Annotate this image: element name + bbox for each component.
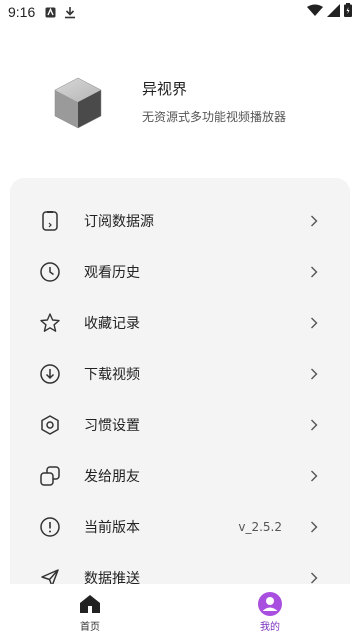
wifi-icon xyxy=(307,4,323,21)
status-time: 9:16 xyxy=(8,4,36,20)
share-icon xyxy=(38,464,62,488)
menu-item-preferences[interactable]: 习惯设置 xyxy=(10,399,350,450)
menu-item-watch-history[interactable]: 观看历史 xyxy=(10,246,350,297)
chevron-right-icon xyxy=(308,470,320,482)
menu-item-label: 习惯设置 xyxy=(84,417,140,434)
menu-item-downloads[interactable]: 下载视频 xyxy=(10,348,350,399)
tab-home[interactable]: 首页 xyxy=(0,584,180,640)
bottom-nav: 首页 我的 xyxy=(0,584,360,640)
settings-icon xyxy=(38,413,62,437)
user-profile-icon xyxy=(258,591,282,616)
signal-icon xyxy=(327,3,340,21)
tab-mine[interactable]: 我的 xyxy=(180,584,360,640)
menu-card: 订阅数据源 观看历史 收藏记录 下载视频 习惯设置 发给朋友 当前版本 v_2.… xyxy=(10,178,350,598)
battery-icon xyxy=(344,3,352,21)
menu-item-label: 订阅数据源 xyxy=(84,213,154,230)
app-logo xyxy=(48,72,108,132)
menu-item-label: 下载视频 xyxy=(84,366,140,383)
download-icon xyxy=(38,362,62,386)
tab-mine-label: 我的 xyxy=(260,621,280,633)
download-status-icon xyxy=(64,6,76,19)
home-icon xyxy=(78,592,102,616)
menu-item-label: 观看历史 xyxy=(84,264,140,281)
chevron-right-icon xyxy=(308,521,320,533)
info-icon xyxy=(38,515,62,539)
chevron-right-icon xyxy=(308,266,320,278)
clock-icon xyxy=(38,260,62,284)
subscription-icon xyxy=(38,209,62,233)
status-indicators xyxy=(307,3,352,21)
version-value: v_2.5.2 xyxy=(238,519,282,534)
app-description: 无资源式多功能视频播放器 xyxy=(142,110,287,124)
status-bar: 9:16 xyxy=(0,0,360,24)
notification-app-icon xyxy=(45,7,56,18)
menu-item-label: 发给朋友 xyxy=(84,468,140,485)
chevron-right-icon xyxy=(308,572,320,584)
chevron-right-icon xyxy=(308,419,320,431)
menu-item-current-version[interactable]: 当前版本 v_2.5.2 xyxy=(10,501,350,552)
chevron-right-icon xyxy=(308,215,320,227)
menu-item-share[interactable]: 发给朋友 xyxy=(10,450,350,501)
chevron-right-icon xyxy=(308,368,320,380)
tab-home-label: 首页 xyxy=(80,621,100,633)
menu-item-label: 收藏记录 xyxy=(84,315,140,332)
star-icon xyxy=(38,311,62,335)
app-name: 异视界 xyxy=(142,80,188,98)
menu-item-label: 当前版本 xyxy=(84,519,140,536)
menu-item-subscribe-sources[interactable]: 订阅数据源 xyxy=(10,195,350,246)
profile-header: 异视界 无资源式多功能视频播放器 xyxy=(0,60,360,150)
chevron-right-icon xyxy=(308,317,320,329)
menu-item-favorites[interactable]: 收藏记录 xyxy=(10,297,350,348)
